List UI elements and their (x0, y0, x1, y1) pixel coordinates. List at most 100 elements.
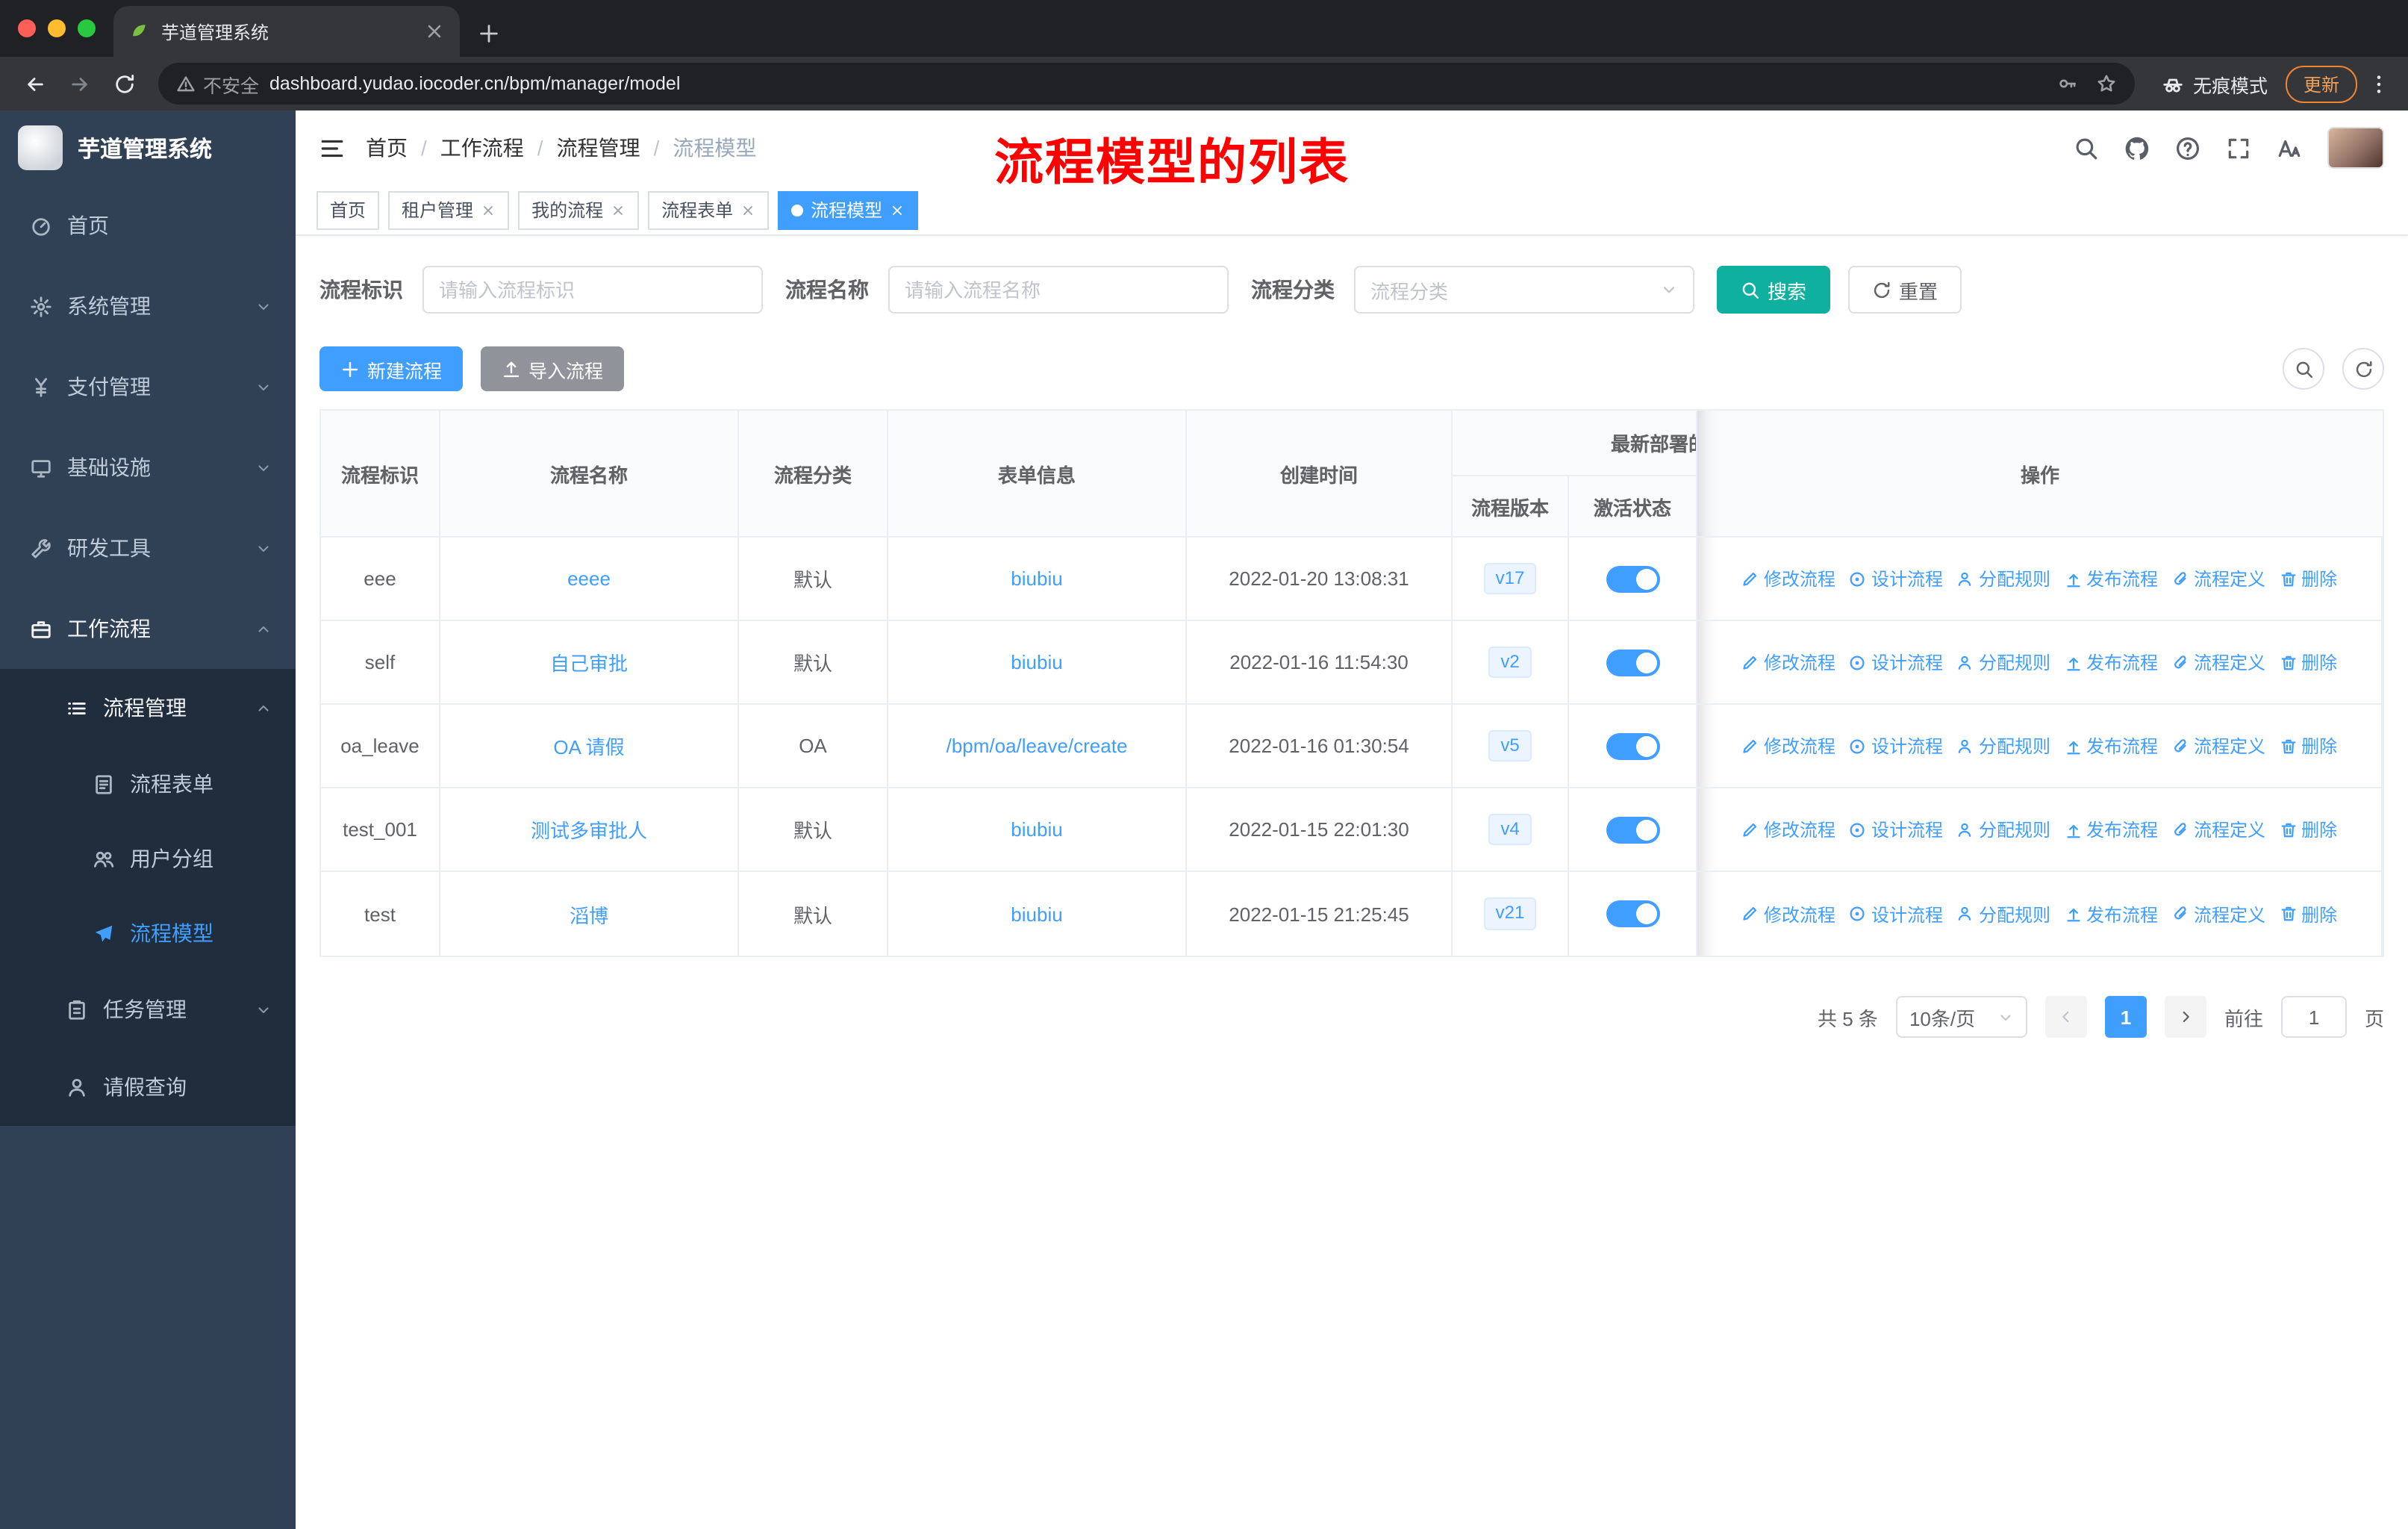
close-icon[interactable] (481, 202, 496, 217)
password-key-icon[interactable] (2057, 73, 2078, 94)
close-icon[interactable] (740, 202, 755, 217)
cell-name-link[interactable]: 自己审批 (550, 648, 628, 676)
action-assign-link[interactable]: 分配规则 (1956, 817, 2050, 842)
action-trash-link[interactable]: 删除 (2279, 901, 2337, 927)
active-status-toggle[interactable] (1606, 649, 1659, 676)
next-page-button[interactable] (2164, 996, 2206, 1038)
sidebar-item[interactable]: 系统管理 (0, 266, 296, 346)
action-edit-link[interactable]: 修改流程 (1741, 901, 1835, 927)
new-tab-button[interactable] (478, 22, 500, 45)
breadcrumb-item[interactable]: 首页 (366, 133, 408, 163)
sidebar-item[interactable]: 工作流程 (0, 588, 296, 669)
action-publish-link[interactable]: 发布流程 (2064, 733, 2158, 759)
sidebar-item[interactable]: 流程管理 (0, 669, 296, 747)
github-icon[interactable] (2124, 135, 2150, 161)
cell-form-link[interactable]: biubiu (1011, 818, 1062, 841)
cell-name-link[interactable]: 滔博 (570, 900, 608, 928)
action-trash-link[interactable]: 删除 (2279, 650, 2337, 675)
logo-row[interactable]: 芋道管理系统 (0, 110, 296, 185)
process-id-input[interactable] (422, 266, 763, 314)
action-design-link[interactable]: 设计流程 (1849, 650, 1943, 675)
collapse-sidebar-icon[interactable] (319, 135, 345, 161)
cell-form-link[interactable]: biubiu (1011, 567, 1062, 590)
close-icon[interactable] (611, 202, 626, 217)
action-design-link[interactable]: 设计流程 (1849, 901, 1943, 927)
sidebar-item[interactable]: 基础设施 (0, 427, 296, 508)
back-button[interactable] (15, 64, 54, 103)
sidebar-item[interactable]: 支付管理 (0, 346, 296, 427)
tag-item[interactable]: 流程表单 (648, 190, 770, 229)
sidebar-item[interactable]: 研发工具 (0, 508, 296, 588)
action-definition-link[interactable]: 流程定义 (2171, 733, 2265, 759)
cell-name-link[interactable]: eeee (567, 567, 611, 590)
toggle-search-button[interactable] (2283, 348, 2324, 390)
active-status-toggle[interactable] (1606, 732, 1659, 759)
action-publish-link[interactable]: 发布流程 (2064, 901, 2158, 927)
tag-item-active[interactable]: 流程模型 (778, 190, 919, 229)
sidebar-item[interactable]: 流程模型 (0, 896, 296, 971)
cell-name-link[interactable]: 测试多审批人 (531, 815, 647, 844)
action-design-link[interactable]: 设计流程 (1849, 733, 1943, 759)
cell-form-link[interactable]: biubiu (1011, 651, 1062, 673)
address-bar[interactable]: 不安全 dashboard.yudao.iocoder.cn/bpm/manag… (158, 63, 2135, 105)
action-trash-link[interactable]: 删除 (2279, 817, 2337, 842)
action-definition-link[interactable]: 流程定义 (2171, 817, 2265, 842)
action-trash-link[interactable]: 删除 (2279, 566, 2337, 591)
search-icon[interactable] (2074, 135, 2099, 161)
action-assign-link[interactable]: 分配规则 (1956, 901, 2050, 927)
active-status-toggle[interactable] (1606, 900, 1659, 927)
action-publish-link[interactable]: 发布流程 (2064, 566, 2158, 591)
import-process-button[interactable]: 导入流程 (481, 346, 625, 391)
close-tab-icon[interactable] (424, 21, 445, 42)
cell-form-link[interactable]: biubiu (1011, 903, 1062, 925)
action-definition-link[interactable]: 流程定义 (2171, 566, 2265, 591)
action-edit-link[interactable]: 修改流程 (1741, 650, 1835, 675)
reload-button[interactable] (105, 64, 143, 103)
browser-tab[interactable]: 芋道管理系统 (113, 6, 460, 57)
refresh-table-button[interactable] (2342, 348, 2384, 390)
tag-item[interactable]: 我的流程 (518, 190, 640, 229)
fullscreen-icon[interactable] (2226, 135, 2251, 161)
create-process-button[interactable]: 新建流程 (319, 346, 464, 391)
help-icon[interactable] (2175, 135, 2200, 161)
prev-page-button[interactable] (2044, 996, 2087, 1038)
sidebar-item[interactable]: 任务管理 (0, 971, 296, 1048)
process-name-input[interactable] (888, 266, 1229, 314)
action-assign-link[interactable]: 分配规则 (1956, 650, 2050, 675)
action-design-link[interactable]: 设计流程 (1849, 566, 1943, 591)
cell-name-link[interactable]: OA 请假 (553, 732, 624, 760)
process-category-select[interactable]: 流程分类 (1354, 266, 1694, 314)
sidebar-item[interactable]: 首页 (0, 185, 296, 266)
action-design-link[interactable]: 设计流程 (1849, 817, 1943, 842)
search-button[interactable]: 搜索 (1717, 266, 1831, 314)
active-status-toggle[interactable] (1606, 565, 1659, 592)
tag-item[interactable]: 首页 (316, 190, 380, 229)
action-trash-link[interactable]: 删除 (2279, 733, 2337, 759)
active-status-toggle[interactable] (1606, 816, 1659, 843)
action-assign-link[interactable]: 分配规则 (1956, 733, 2050, 759)
close-window-button[interactable] (18, 19, 36, 37)
page-size-select[interactable]: 10条/页 (1895, 996, 2027, 1038)
action-definition-link[interactable]: 流程定义 (2171, 650, 2265, 675)
security-chip[interactable]: 不安全 (176, 69, 259, 98)
tag-item[interactable]: 租户管理 (388, 190, 510, 229)
browser-menu-icon[interactable] (2363, 72, 2393, 95)
update-chrome-button[interactable]: 更新 (2285, 65, 2357, 102)
action-assign-link[interactable]: 分配规则 (1956, 566, 2050, 591)
bookmark-star-icon[interactable] (2096, 73, 2117, 94)
action-edit-link[interactable]: 修改流程 (1741, 733, 1835, 759)
sidebar-item[interactable]: 用户分组 (0, 821, 296, 896)
action-publish-link[interactable]: 发布流程 (2064, 650, 2158, 675)
forward-button[interactable] (60, 64, 99, 103)
reset-button[interactable]: 重置 (1848, 266, 1962, 314)
sidebar-item[interactable]: 请假查询 (0, 1048, 296, 1126)
breadcrumb-item[interactable]: 工作流程 (440, 133, 524, 163)
current-page-button[interactable]: 1 (2104, 996, 2147, 1038)
breadcrumb-item[interactable]: 流程管理 (557, 133, 640, 163)
action-edit-link[interactable]: 修改流程 (1741, 817, 1835, 842)
action-publish-link[interactable]: 发布流程 (2064, 817, 2158, 842)
cell-form-link[interactable]: /bpm/oa/leave/create (946, 735, 1128, 757)
minimize-window-button[interactable] (48, 19, 66, 37)
user-avatar[interactable] (2327, 127, 2384, 169)
sidebar-item[interactable]: 流程表单 (0, 747, 296, 821)
